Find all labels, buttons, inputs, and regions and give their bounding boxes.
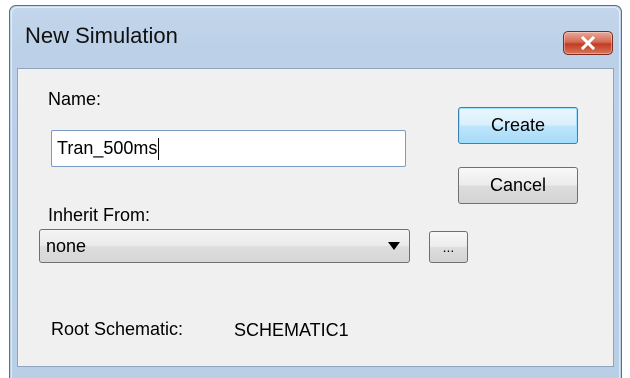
chevron-down-icon: [388, 242, 400, 250]
close-icon: [580, 36, 596, 50]
create-button[interactable]: Create: [458, 107, 578, 144]
close-button[interactable]: [563, 31, 613, 55]
root-schematic-label: Root Schematic:: [51, 319, 184, 339]
root-schematic-value: SCHEMATIC1: [234, 320, 349, 340]
inherit-from-select[interactable]: none: [39, 229, 410, 263]
browse-button[interactable]: ...: [429, 231, 468, 263]
inherit-from-label: Inherit From:: [48, 205, 151, 225]
text-caret: [158, 137, 160, 160]
inherit-from-value: none: [46, 235, 87, 256]
cancel-button[interactable]: Cancel: [458, 167, 578, 204]
name-input-value: Tran_500ms: [57, 138, 158, 158]
dialog-body: Name: Tran_500ms Create Cancel Inherit F…: [17, 68, 614, 367]
name-input[interactable]: Tran_500ms: [51, 130, 406, 167]
name-label: Name:: [48, 89, 102, 109]
window-title: New Simulation: [25, 23, 178, 48]
